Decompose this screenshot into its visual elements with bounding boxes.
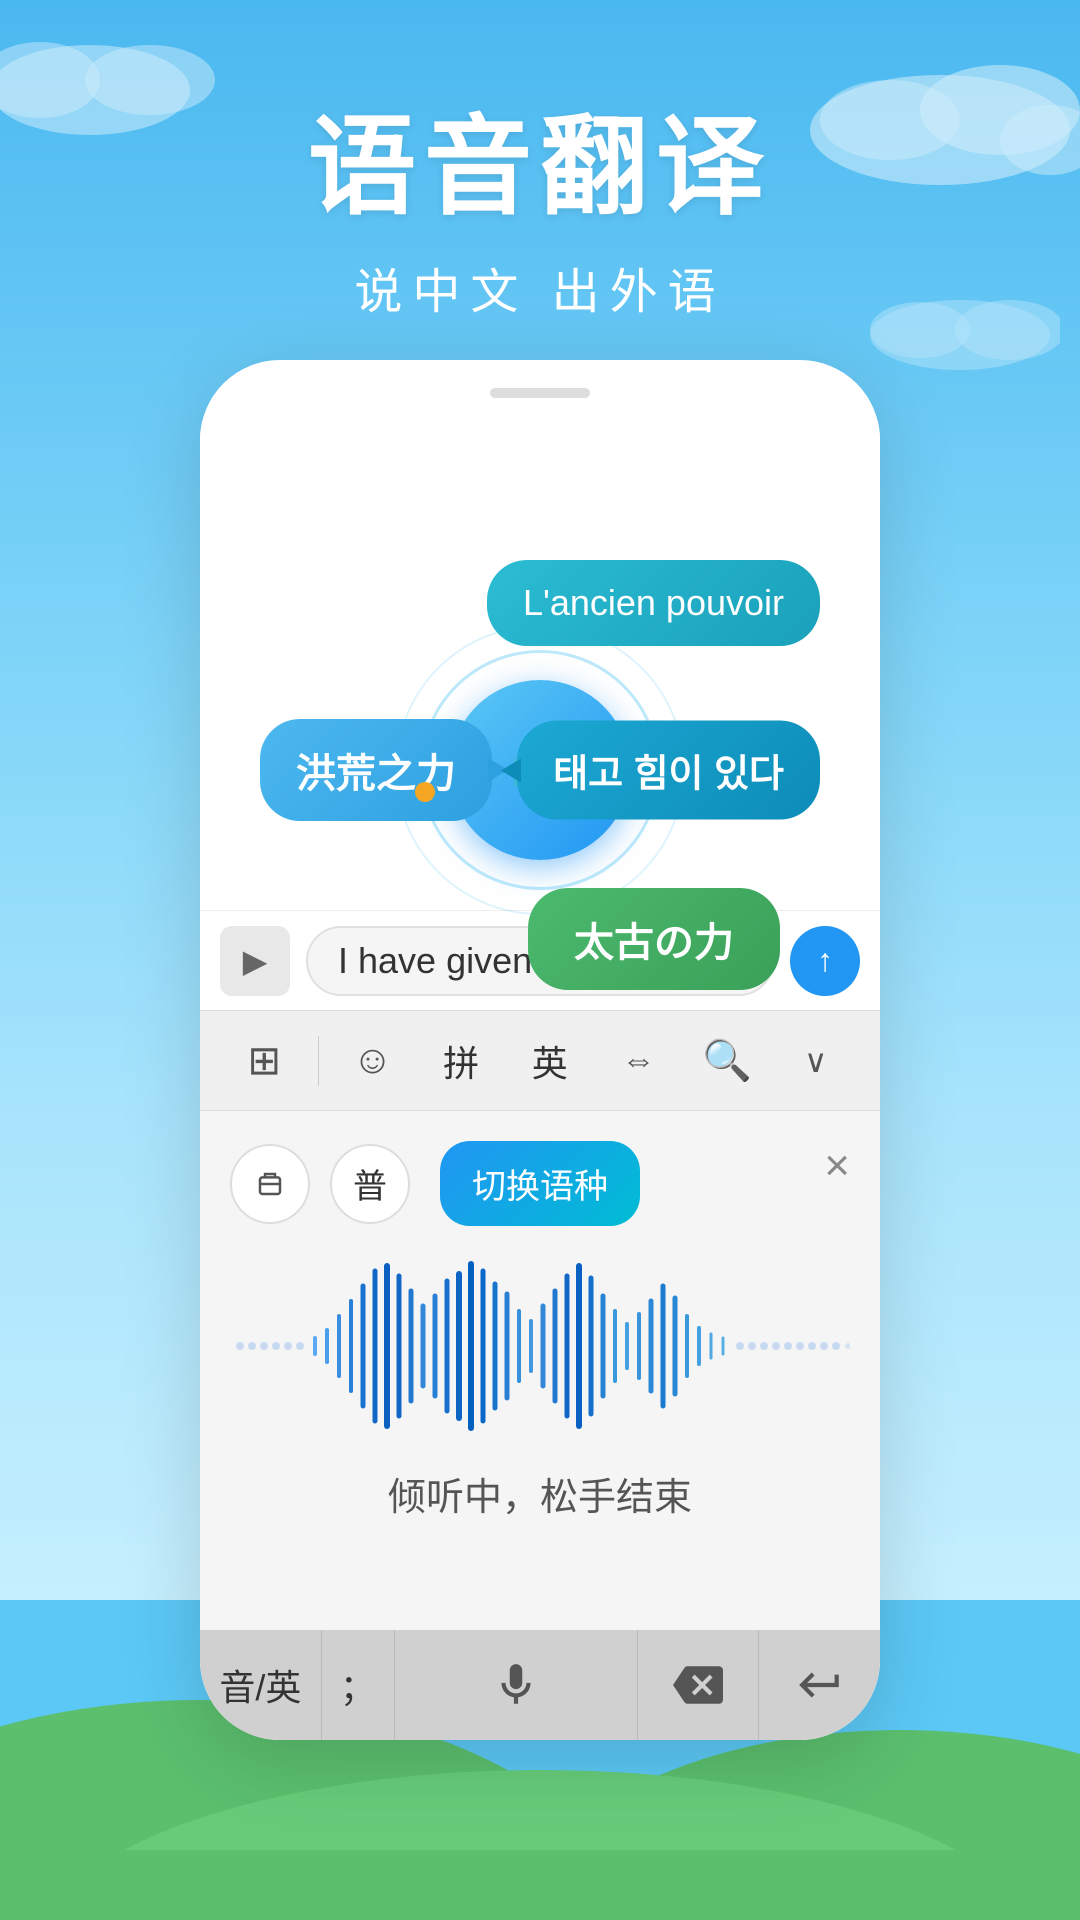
phone-speaker (490, 388, 590, 398)
input-mode-icon[interactable]: ⇔ (603, 1026, 673, 1096)
standard-mode-btn[interactable]: 普 (330, 1144, 410, 1224)
bubble-chinese[interactable]: 洪荒之力 ▶ (260, 719, 492, 821)
pinyin-btn[interactable]: 拼 (426, 1026, 496, 1096)
microphone-bottom-btn[interactable] (395, 1630, 637, 1740)
voice-panel-top: 普 切换语种 × (200, 1111, 880, 1226)
waveform-svg (230, 1256, 850, 1436)
bubble-korean[interactable]: 태고 힘이 있다 (517, 721, 820, 820)
mic-bottom-icon (491, 1660, 541, 1710)
switch-language-button[interactable]: 切换语种 (440, 1141, 640, 1226)
separator-1 (318, 1036, 319, 1086)
send-button[interactable]: ↑ (790, 926, 860, 996)
phone-screen: 洪荒之力 ▶ L'ancien pouvoir 태고 힘이 있다 太古の力 (200, 420, 880, 1740)
phone-mockup: 洪荒之力 ▶ L'ancien pouvoir 태고 힘이 있다 太古の力 (200, 360, 880, 1740)
listening-status: 倾听中，松手结束 (200, 1466, 880, 1521)
expand-button[interactable]: ▶ (220, 926, 290, 996)
profile-icon-btn[interactable] (230, 1144, 310, 1224)
keyboard-bottom: 音/英 ； (200, 1630, 880, 1740)
punctuation-btn[interactable]: ； (322, 1630, 395, 1740)
close-voice-button[interactable]: × (824, 1141, 850, 1191)
keyboard-toolbar: ⊞ ☺ 拼 英 ⇔ 🔍 ∨ (200, 1010, 880, 1110)
main-title: 语音翻译 (0, 80, 1080, 236)
input-mode-toggle[interactable]: 音/英 (200, 1630, 322, 1740)
emoji-icon[interactable]: ☺ (338, 1026, 408, 1096)
delete-icon (673, 1660, 723, 1710)
english-btn[interactable]: 英 (515, 1026, 585, 1096)
keyboard-grid-icon[interactable]: ⊞ (229, 1026, 299, 1096)
search-icon[interactable]: 🔍 (692, 1026, 762, 1096)
dot-orange (415, 782, 435, 802)
collapse-icon[interactable]: ∨ (781, 1026, 851, 1096)
return-icon (795, 1660, 845, 1710)
sub-title: 说中文 出外语 (0, 252, 1080, 322)
waveform-area (230, 1246, 850, 1446)
title-section: 语音翻译 说中文 出外语 (0, 80, 1080, 322)
bubble-japanese[interactable]: 太古の力 (528, 888, 780, 990)
delete-btn[interactable] (638, 1630, 760, 1740)
return-btn[interactable] (759, 1630, 880, 1740)
bubble-french[interactable]: L'ancien pouvoir (487, 560, 820, 646)
suitcase-icon (250, 1164, 290, 1204)
